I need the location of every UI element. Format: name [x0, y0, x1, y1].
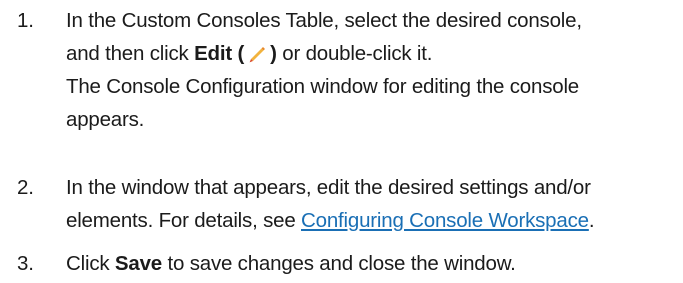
- step-text-line: and then click Edit ( ) or double-click …: [66, 37, 678, 70]
- step-number: 1.: [17, 9, 34, 32]
- step-text: elements. For details, see: [66, 209, 302, 232]
- edit-label: Edit ( ): [194, 42, 277, 65]
- step-text: and then click: [66, 42, 195, 65]
- step-text-line: In the window that appears, edit the des…: [66, 176, 591, 199]
- step-text-line: In the Custom Consoles Table, select the…: [66, 9, 582, 32]
- step-text: or double-click it.: [276, 42, 433, 65]
- step-text-line: Click Save to save changes and close the…: [66, 247, 678, 280]
- step-text: Click: [66, 252, 115, 275]
- step-body: Click Save to save changes and close the…: [66, 247, 678, 280]
- step-body: In the Custom Consoles Table, select the…: [66, 4, 678, 136]
- edit-label-close: ): [270, 42, 277, 65]
- step-text-line: appears.: [66, 108, 145, 131]
- procedure-steps: 1. In the Custom Consoles Table, select …: [0, 0, 683, 283]
- step-body: In the window that appears, edit the des…: [66, 171, 678, 237]
- edit-label-open: Edit (: [194, 42, 245, 65]
- step-number: 3.: [17, 252, 34, 275]
- step-number: 2.: [17, 176, 34, 199]
- pencil-icon: [246, 41, 268, 63]
- save-label: Save: [114, 252, 162, 275]
- step-text: to save changes and close the window.: [162, 252, 516, 275]
- step-text: .: [588, 209, 595, 232]
- step-text-line: The Console Configuration window for edi…: [66, 75, 580, 98]
- configuring-console-workspace-link[interactable]: Configuring Console Workspace: [301, 209, 589, 232]
- step-text-line: elements. For details, see Configuring C…: [66, 204, 678, 237]
